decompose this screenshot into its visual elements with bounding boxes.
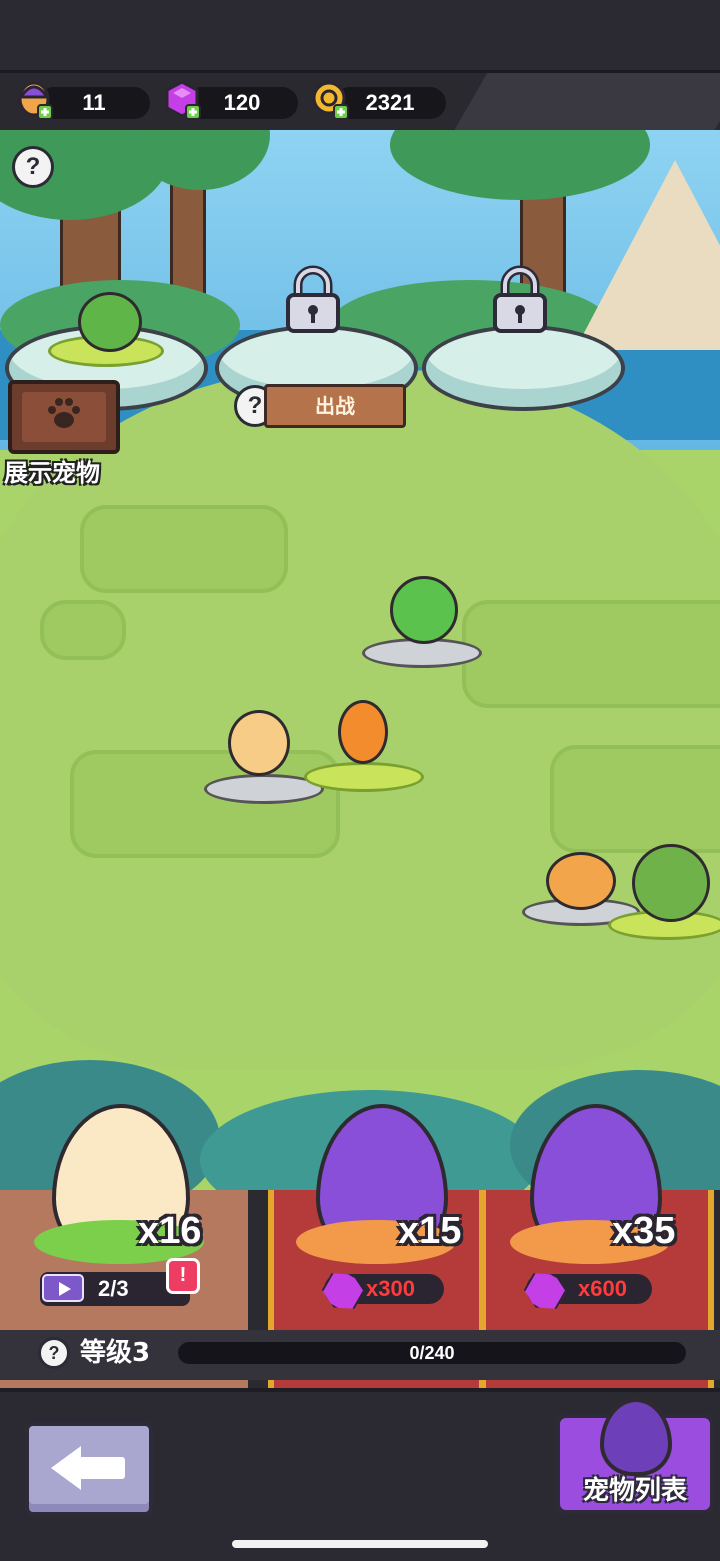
parrot-pet[interactable] [390, 576, 458, 644]
egg-count: x35 [612, 1210, 676, 1252]
gem-count: 120 [223, 90, 261, 115]
pet-list-button[interactable]: 宠物列表 [556, 1398, 714, 1514]
grass-patch [40, 600, 126, 660]
showcase-label[interactable]: 展示宠物 [4, 453, 144, 488]
game-screen: 11 120 2321 ? 展示宠物 ? 出战 x16 2/3 ! x15 x3… [0, 0, 720, 1561]
mushroom-cap-pet[interactable] [546, 852, 616, 910]
deploy-button[interactable]: 出战 [264, 384, 406, 428]
paw-icon [48, 398, 80, 428]
egg-count: 11 [82, 90, 106, 115]
alert-badge: ! [166, 1258, 200, 1294]
hatching-pet-icon [600, 1398, 672, 1476]
level-row: ? 等级3 0/240 [0, 1330, 720, 1380]
pet-ring [304, 762, 424, 792]
pet-garden-scene: ? 展示宠物 ? 出战 [0, 130, 720, 1195]
back-arrow-icon [51, 1446, 81, 1490]
coin-count: 2321 [365, 90, 415, 115]
video-icon [42, 1274, 84, 1302]
lock-icon [493, 265, 547, 333]
grass-patch [462, 600, 720, 708]
frog-pet[interactable] [632, 844, 710, 922]
xp-bar: 0/240 [178, 1342, 686, 1364]
grass-patch [70, 750, 340, 858]
egg-count: x16 [138, 1210, 202, 1252]
back-arrow-bar [79, 1457, 125, 1479]
pet-list-label: 宠物列表 [582, 1476, 687, 1506]
ad-progress: 2/3 [98, 1276, 129, 1301]
grass-patch [550, 745, 720, 853]
egg-count: x15 [398, 1210, 462, 1252]
currency-bar: 11 120 2321 [0, 70, 720, 136]
mushroom-pet[interactable] [78, 292, 142, 352]
coin-plus-icon[interactable] [310, 79, 352, 121]
home-indicator[interactable] [232, 1540, 488, 1548]
level-help-icon[interactable]: ? [38, 1337, 70, 1369]
gem-icon [317, 1265, 369, 1317]
carrot-pet[interactable] [338, 700, 388, 764]
gem-plus-icon[interactable] [162, 79, 204, 121]
chick-pet[interactable] [228, 710, 290, 776]
back-button[interactable] [25, 1422, 153, 1516]
level-label: 等级3 [80, 1338, 151, 1368]
egg-plus-icon[interactable] [14, 79, 56, 121]
pet-slot-3-locked[interactable] [422, 325, 625, 411]
bottom-nav: 宠物列表 [0, 1388, 720, 1561]
lock-icon [286, 265, 340, 333]
xp-text: 0/240 [409, 1343, 455, 1363]
gem-icon [519, 1265, 571, 1317]
showcase-sign[interactable] [8, 380, 120, 454]
tent [575, 160, 720, 350]
currency-bar-accent [452, 73, 720, 133]
help-button[interactable]: ? [12, 146, 54, 188]
grass-patch [80, 505, 288, 593]
